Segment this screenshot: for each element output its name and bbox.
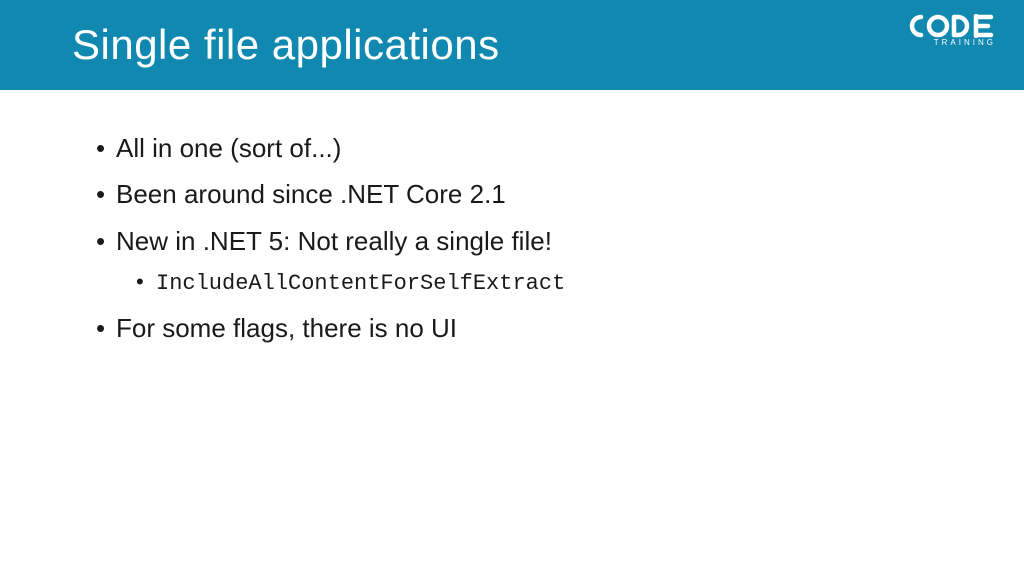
bullet-item: For some flags, there is no UI	[96, 308, 964, 348]
bullet-sub-item: IncludeAllContentForSelfExtract	[136, 267, 964, 300]
logo-icon	[906, 14, 996, 38]
bullet-item: Been around since .NET Core 2.1	[96, 174, 964, 214]
logo-subtext: TRAINING	[906, 38, 996, 47]
slide-title: Single file applications	[72, 21, 500, 69]
slide-header: Single file applications TRAINING	[0, 0, 1024, 90]
bullet-item: All in one (sort of...)	[96, 128, 964, 168]
brand-logo: TRAINING	[906, 14, 996, 47]
bullet-item: New in .NET 5: Not really a single file!	[96, 221, 964, 261]
slide-content: All in one (sort of...) Been around sinc…	[0, 90, 1024, 374]
